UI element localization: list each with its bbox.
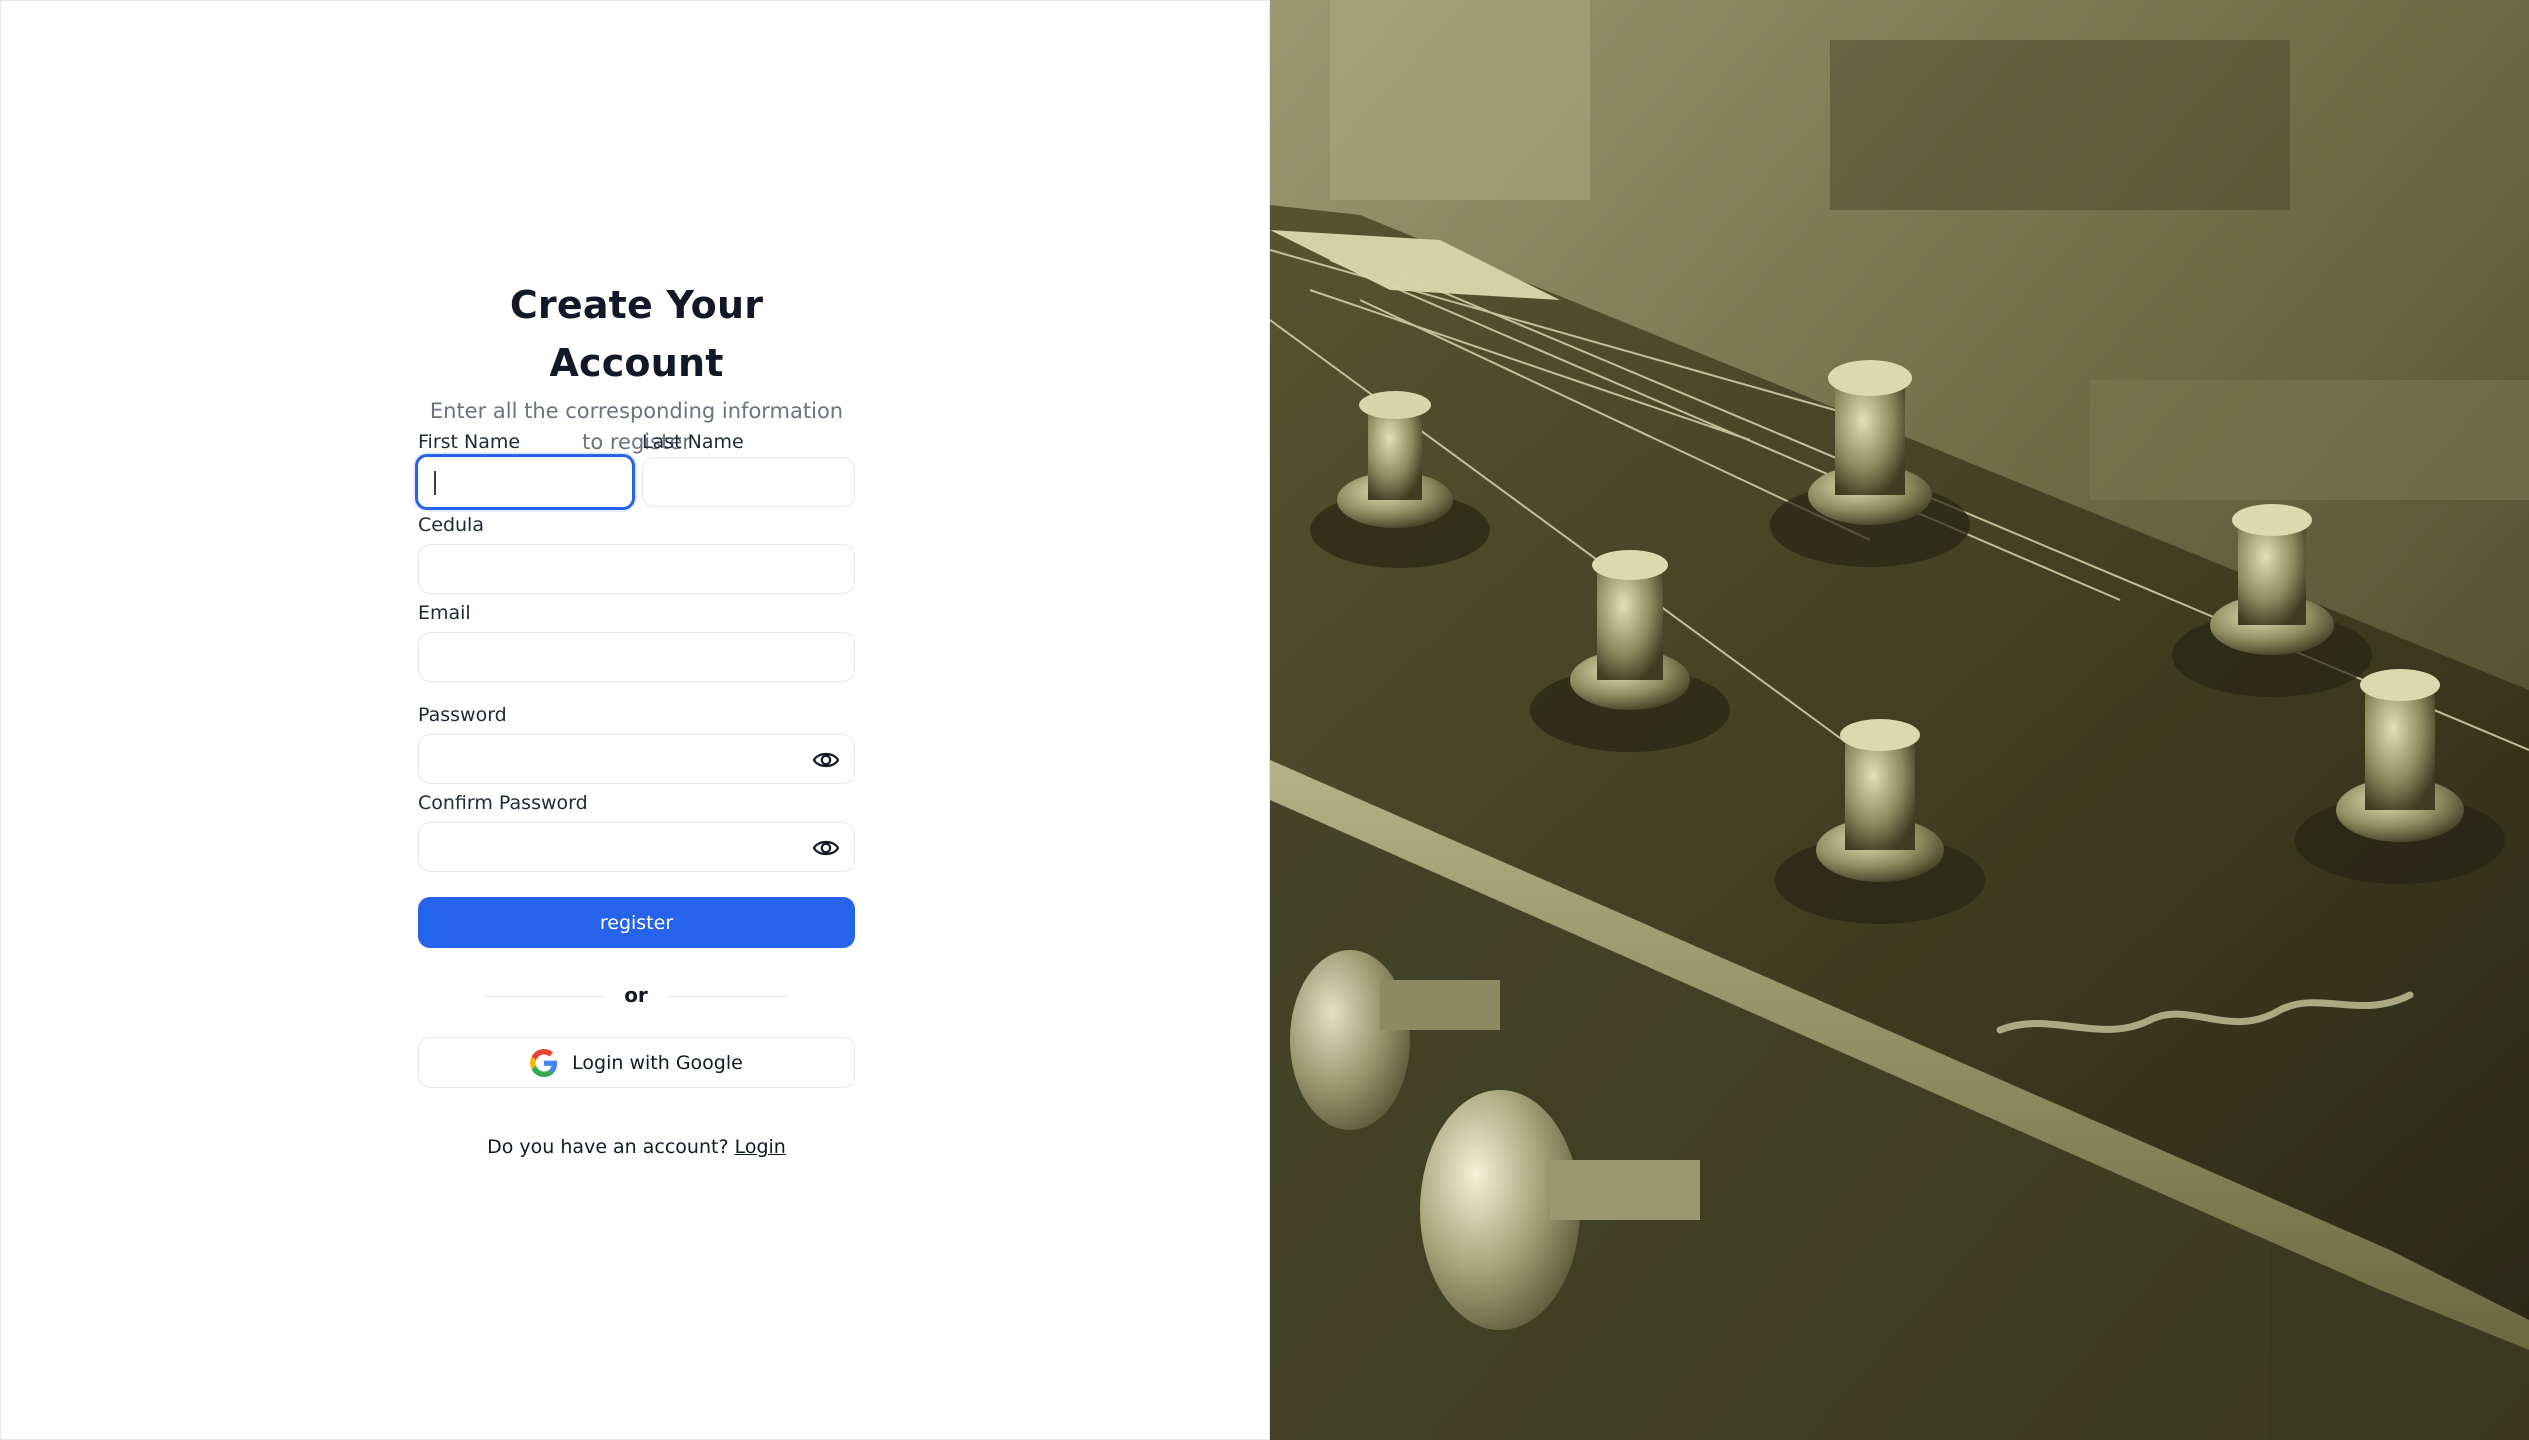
last-name-field[interactable] bbox=[642, 457, 855, 507]
password-field[interactable] bbox=[418, 734, 855, 784]
confirm-password-input[interactable] bbox=[419, 823, 854, 871]
cedula-field[interactable] bbox=[418, 544, 855, 594]
cedula-label: Cedula bbox=[418, 514, 484, 536]
password-label: Password bbox=[418, 704, 507, 726]
last-name-label: Last Name bbox=[642, 431, 744, 453]
google-login-button[interactable]: Login with Google bbox=[418, 1037, 855, 1088]
login-prompt-text: Do you have an account? bbox=[487, 1136, 729, 1158]
cedula-input[interactable] bbox=[419, 545, 854, 593]
confirm-password-field[interactable] bbox=[418, 822, 855, 872]
email-input[interactable] bbox=[419, 633, 854, 681]
last-name-input[interactable] bbox=[643, 458, 854, 506]
login-link[interactable]: Login bbox=[735, 1136, 786, 1158]
email-field[interactable] bbox=[418, 632, 855, 682]
or-divider-label: or bbox=[624, 983, 648, 1007]
hero-image bbox=[1270, 0, 2529, 1440]
google-logo-icon bbox=[530, 1048, 558, 1077]
eye-icon[interactable] bbox=[812, 835, 840, 861]
login-prompt: Do you have an account? Login bbox=[418, 1136, 855, 1158]
divider-right bbox=[667, 996, 787, 997]
first-name-field[interactable] bbox=[415, 454, 635, 510]
google-login-label: Login with Google bbox=[572, 1051, 743, 1074]
divider-left bbox=[485, 996, 605, 997]
page-title: Create Your Account bbox=[509, 283, 764, 385]
password-input[interactable] bbox=[419, 735, 854, 783]
register-button[interactable]: register bbox=[418, 897, 855, 948]
confirm-password-label: Confirm Password bbox=[418, 792, 588, 814]
email-label: Email bbox=[418, 602, 471, 624]
first-name-input[interactable] bbox=[418, 457, 632, 507]
eye-icon[interactable] bbox=[812, 747, 840, 773]
first-name-label: First Name bbox=[418, 431, 521, 453]
guitar-headstock-image bbox=[1270, 0, 2529, 1440]
register-panel: Create Your Account Enter all the corres… bbox=[0, 0, 1270, 1440]
text-caret bbox=[434, 471, 436, 495]
